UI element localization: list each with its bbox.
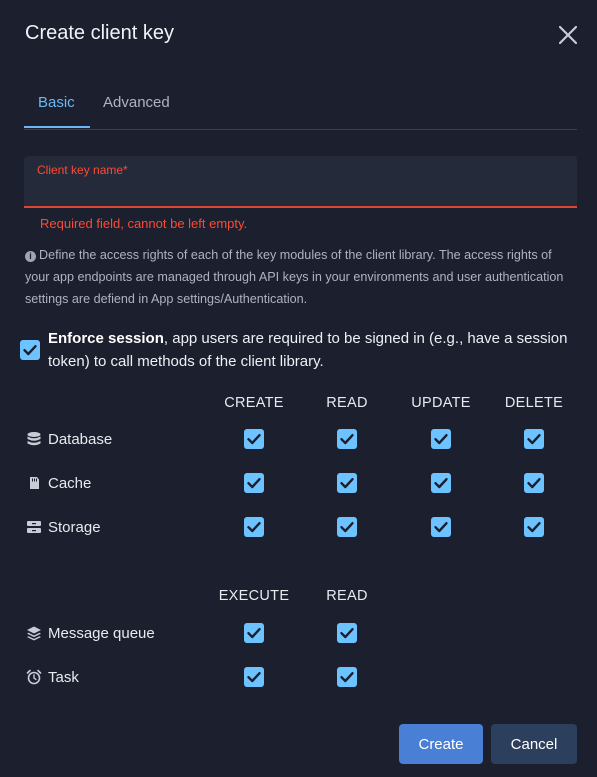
client-key-name-label-text: Client key name [37, 163, 124, 177]
cache-icon [26, 475, 42, 491]
field-error-message: Required field, cannot be left empty. [40, 216, 248, 231]
enforce-session-label: Enforce session, app users are required … [48, 327, 568, 373]
close-icon[interactable] [556, 23, 580, 47]
col-header-update: UPDATE [411, 395, 471, 411]
task-execute-checkbox[interactable] [244, 667, 264, 687]
cache-read-checkbox[interactable] [337, 473, 357, 493]
message-queue-execute-checkbox[interactable] [244, 623, 264, 643]
tab-bar: Basic Advanced [24, 88, 577, 130]
enforce-session-bold: Enforce session [48, 330, 164, 347]
row-label-task: Task [48, 669, 79, 686]
create-client-key-dialog: Create client key Basic Advanced Client … [0, 0, 597, 777]
col-header-delete: DELETE [504, 395, 564, 411]
col-header-execute: EXECUTE [218, 588, 290, 604]
create-button[interactable]: Create [399, 724, 483, 764]
cancel-button[interactable]: Cancel [491, 724, 577, 764]
message-queue-read-checkbox[interactable] [337, 623, 357, 643]
alarm-clock-icon [26, 669, 42, 685]
row-label-storage: Storage [48, 519, 101, 536]
cache-delete-checkbox[interactable] [524, 473, 544, 493]
client-key-name-input[interactable] [37, 182, 562, 202]
client-key-name-label: Client key name* [37, 163, 128, 177]
storage-delete-checkbox[interactable] [524, 517, 544, 537]
cache-update-checkbox[interactable] [431, 473, 451, 493]
storage-update-checkbox[interactable] [431, 517, 451, 537]
enforce-session-checkbox[interactable] [20, 340, 40, 360]
col-header-read: READ [326, 395, 368, 411]
database-read-checkbox[interactable] [337, 429, 357, 449]
database-create-checkbox[interactable] [244, 429, 264, 449]
storage-create-checkbox[interactable] [244, 517, 264, 537]
tab-advanced[interactable]: Advanced [103, 94, 170, 111]
required-mark: * [123, 163, 128, 177]
tab-basic[interactable]: Basic [38, 94, 75, 111]
storage-icon [26, 519, 42, 535]
row-label-cache: Cache [48, 475, 92, 492]
info-text: i Define the access rights of each of the… [25, 244, 575, 310]
client-key-name-field[interactable]: Client key name* [24, 156, 577, 208]
database-delete-checkbox[interactable] [524, 429, 544, 449]
info-text-body: Define the access rights of each of the … [25, 248, 564, 306]
info-icon: i [25, 251, 36, 262]
task-read-checkbox[interactable] [337, 667, 357, 687]
dialog-title: Create client key [25, 22, 174, 44]
col-header-create: CREATE [224, 395, 284, 411]
row-label-database: Database [48, 431, 113, 448]
database-icon [26, 431, 42, 447]
database-update-checkbox[interactable] [431, 429, 451, 449]
layers-icon [26, 625, 42, 641]
storage-read-checkbox[interactable] [337, 517, 357, 537]
row-label-message-queue: Message queue [48, 625, 155, 642]
col-header-read-exec: READ [326, 588, 368, 604]
active-tab-indicator [24, 126, 90, 128]
cache-create-checkbox[interactable] [244, 473, 264, 493]
